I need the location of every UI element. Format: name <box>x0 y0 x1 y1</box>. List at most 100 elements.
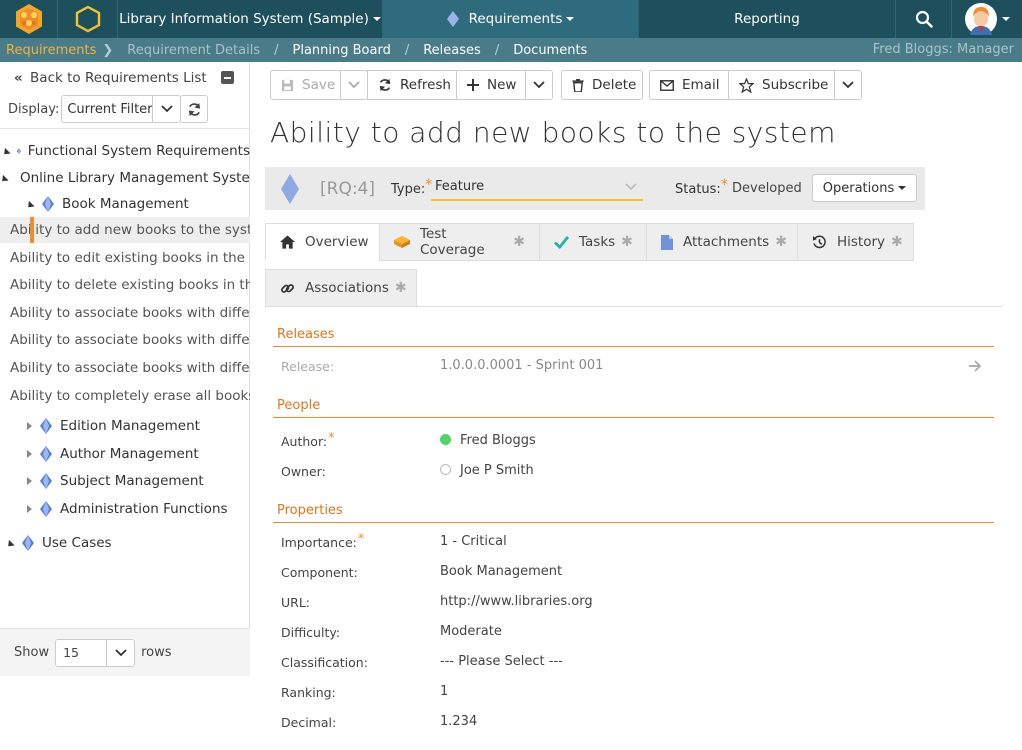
requirements-menu-label: Requirements <box>468 11 563 27</box>
decimal-value[interactable]: 1.234 <box>440 714 477 729</box>
requirement-folder-icon <box>42 196 54 212</box>
refresh-button[interactable]: Refresh <box>367 70 457 100</box>
subscribe-button[interactable]: Subscribe <box>728 70 835 100</box>
type-select[interactable]: Feature <box>431 175 643 201</box>
app-logo[interactable] <box>0 0 58 38</box>
refresh-tree-button[interactable] <box>180 95 209 123</box>
online-status-icon <box>440 434 451 445</box>
save-options-button[interactable] <box>340 70 368 100</box>
chevron-down-icon <box>533 81 545 89</box>
arrow-right-icon[interactable] <box>968 360 982 372</box>
author-value[interactable]: Fred Bloggs <box>440 433 536 448</box>
ranking-label: Ranking: <box>281 685 336 700</box>
requirement-header: [RQ:4] Type:* Feature Status:* Developed… <box>265 167 925 210</box>
more-actions-button[interactable] <box>834 70 862 100</box>
tab-tasks[interactable]: Tasks ✱ <box>539 223 647 261</box>
collapsed-triangle-icon[interactable] <box>27 450 32 458</box>
expanded-triangle-icon[interactable] <box>1 147 11 157</box>
collapsed-triangle-icon[interactable] <box>27 422 32 430</box>
expanded-triangle-icon[interactable] <box>0 174 9 184</box>
new-options-button[interactable] <box>525 70 553 100</box>
tree-folder-book-management[interactable]: Book Management <box>0 191 250 217</box>
tab-associations[interactable]: Associations ✱ <box>265 269 417 307</box>
tab-history[interactable]: History ✱ <box>797 223 914 261</box>
refresh-label: Refresh <box>400 77 451 93</box>
tree-item-edit-books[interactable]: Ability to edit existing books in the sy… <box>0 245 250 271</box>
tree-folder-author-management[interactable]: Author Management <box>0 441 250 467</box>
importance-value[interactable]: 1 - Critical <box>440 534 507 549</box>
tab-label: Tasks <box>579 234 616 250</box>
delete-button[interactable]: Delete <box>561 70 643 100</box>
tab-test-coverage[interactable]: Test Coverage ✱ <box>379 223 540 261</box>
collapse-sidebar-icon[interactable] <box>221 71 234 84</box>
url-value[interactable]: http://www.libraries.org <box>440 594 593 609</box>
avatar <box>965 3 997 35</box>
new-button[interactable]: New <box>456 70 526 100</box>
breadcrumb-documents[interactable]: Documents <box>513 43 587 58</box>
required-asterisk: * <box>720 177 728 193</box>
release-value[interactable]: 1.0.0.0.0001 - Sprint 001 <box>440 358 603 373</box>
tree-item-associate-authors[interactable]: Ability to associate books with differen… <box>0 327 250 353</box>
difficulty-value[interactable]: Moderate <box>440 624 502 639</box>
back-to-list-link[interactable]: « Back to Requirements List <box>14 70 207 86</box>
tree-item-delete-books[interactable]: Ability to delete existing books in the … <box>0 272 250 298</box>
breadcrumb-chevron-icon: ❯ <box>102 42 114 58</box>
required-asterisk: * <box>357 532 365 547</box>
tree-folder-functional-requirements[interactable]: Functional System Requirements <box>0 138 250 164</box>
save-button[interactable]: Save <box>270 70 341 100</box>
requirements-menu[interactable]: Requirements <box>383 0 639 38</box>
tree-folder-subject-management[interactable]: Subject Management <box>0 468 250 494</box>
tab-strip: Overview Test Coverage ✱ Tasks ✱ Attachmen… <box>265 223 1002 307</box>
breadcrumb-requirements[interactable]: Requirements <box>6 43 96 58</box>
display-filter-select[interactable]: Current Filter <box>61 95 182 123</box>
tree-item-label: Edition Management <box>60 418 200 434</box>
expanded-triangle-icon[interactable] <box>5 539 15 549</box>
collapsed-triangle-icon[interactable] <box>27 505 32 513</box>
tree-item-label: Ability to associate books with differen… <box>10 332 250 348</box>
breadcrumb-releases[interactable]: Releases <box>423 43 481 58</box>
status-value: Developed <box>732 181 802 196</box>
search-button[interactable] <box>896 0 952 38</box>
tree-item-associate-editions[interactable]: Ability to associate books with differen… <box>0 355 250 381</box>
tree-item-label: Ability to completely erase all books <box>10 388 250 404</box>
ranking-value[interactable]: 1 <box>440 684 448 699</box>
tree-item-label: Functional System Requirements <box>27 143 250 159</box>
asterisk-icon: ✱ <box>394 280 407 296</box>
test-coverage-icon <box>394 236 410 248</box>
tree-item-add-books[interactable]: Ability to add new books to the system <box>0 217 250 243</box>
rows-per-page-select[interactable]: 15 <box>55 638 136 667</box>
asterisk-icon: ✱ <box>621 234 633 250</box>
decimal-label: Decimal: <box>281 715 337 730</box>
tab-label: Overview <box>305 234 369 250</box>
user-menu[interactable] <box>952 0 1022 38</box>
history-clock-icon <box>812 235 827 250</box>
properties-section-header: Properties <box>273 503 994 523</box>
project-selector[interactable]: Library Information System (Sample) <box>118 0 383 38</box>
tree-item-erase-books[interactable]: Ability to completely erase all books <box>0 383 250 409</box>
component-value[interactable]: Book Management <box>440 564 562 579</box>
requirements-tree: Functional System Requirements Online Li… <box>0 134 250 614</box>
tree-folder-online-library[interactable]: Online Library Management System <box>0 165 250 191</box>
tab-attachments[interactable]: Attachments ✱ <box>646 223 798 261</box>
operations-button[interactable]: Operations <box>812 174 917 202</box>
owner-value[interactable]: Joe P Smith <box>440 463 534 478</box>
workspace-button[interactable] <box>58 0 118 38</box>
tree-folder-use-cases[interactable]: Use Cases <box>0 530 250 556</box>
collapsed-triangle-icon[interactable] <box>27 477 32 485</box>
new-label: New <box>487 77 517 93</box>
email-label: Email <box>682 77 720 93</box>
email-button[interactable]: Email <box>649 70 729 100</box>
tab-overview[interactable]: Overview <box>265 223 380 261</box>
tree-item-associate-subjects[interactable]: Ability to associate books with differen… <box>0 300 250 326</box>
reporting-menu[interactable]: Reporting <box>639 0 896 38</box>
expanded-triangle-icon[interactable] <box>25 200 35 210</box>
breadcrumb-planning-board[interactable]: Planning Board <box>293 43 391 58</box>
link-icon <box>280 281 295 296</box>
tree-item-label: Book Management <box>62 196 189 212</box>
requirements-tree-sidebar: « Back to Requirements List Display: Cur… <box>0 62 250 676</box>
tree-folder-edition-management[interactable]: Edition Management <box>0 413 250 439</box>
breadcrumb-separator: / <box>494 42 500 58</box>
classification-value[interactable]: --- Please Select --- <box>440 654 563 669</box>
floppy-disk-icon <box>281 79 294 92</box>
tree-folder-administration[interactable]: Administration Functions <box>0 496 250 522</box>
